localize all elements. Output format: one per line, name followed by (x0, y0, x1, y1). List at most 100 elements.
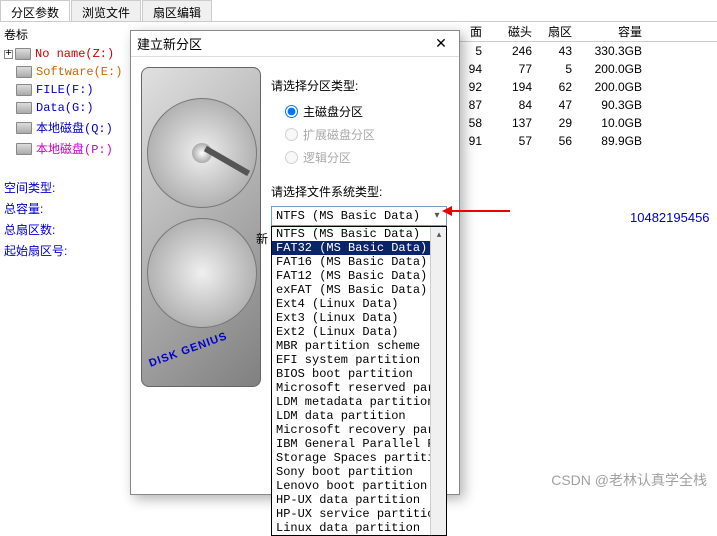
filesystem-option[interactable]: exFAT (MS Basic Data) (272, 283, 446, 297)
table-header: 面 磁头 扇区 容量 (460, 22, 717, 42)
total-capacity-label: 总容量: (4, 200, 126, 217)
radio-extended-label: 扩展磁盘分区 (303, 126, 375, 143)
tab-browse-files[interactable]: 浏览文件 (71, 0, 141, 21)
disk-item[interactable]: 本地磁盘(P:) (4, 138, 126, 159)
cell: 43 (540, 44, 580, 58)
filesystem-selected: NTFS (MS Basic Data) (276, 209, 420, 223)
brand-text: DISK GENIUS (147, 330, 229, 369)
cell-capacity: 330.3GB (580, 44, 650, 58)
table-row[interactable]: 581372910.0GB (460, 114, 717, 132)
tab-sector-edit[interactable]: 扇区编辑 (142, 0, 212, 21)
filesystem-option[interactable]: Ext2 (Linux Data) (272, 325, 446, 339)
cell-capacity: 10.0GB (580, 116, 650, 130)
cell: 246 (490, 44, 540, 58)
filesystem-option[interactable]: FAT12 (MS Basic Data) (272, 269, 446, 283)
cell: 87 (460, 98, 490, 112)
disk-name: 本地磁盘(Q:) (36, 119, 113, 136)
tab-partition-params[interactable]: 分区参数 (0, 0, 70, 21)
disk-icon (16, 143, 32, 155)
partition-type-group: 主磁盘分区 扩展磁盘分区 逻辑分区 (271, 100, 449, 169)
filesystem-option[interactable]: BIOS boot partition (272, 367, 446, 381)
hdd-image: DISK GENIUS (141, 67, 261, 387)
dialog-title-text: 建立新分区 (137, 34, 202, 53)
disk-item[interactable]: + No name(Z:) (4, 45, 126, 63)
cell-capacity: 200.0GB (580, 62, 650, 76)
filesystem-option[interactable]: Storage Spaces partition (272, 451, 446, 465)
info-section: 空间类型: 总容量: 总扇区数: 起始扇区号: (4, 179, 126, 259)
disk-icon (16, 66, 32, 78)
filesystem-option[interactable]: Linux data partition (272, 521, 446, 535)
radio-primary[interactable]: 主磁盘分区 (271, 100, 449, 123)
cell: 91 (460, 134, 490, 148)
filesystem-option[interactable]: FAT16 (MS Basic Data) (272, 255, 446, 269)
disk-item[interactable]: FILE(F:) (4, 81, 126, 99)
filesystem-option[interactable]: LDM data partition (272, 409, 446, 423)
filesystem-option[interactable]: Ext3 (Linux Data) (272, 311, 446, 325)
cell: 57 (490, 134, 540, 148)
disk-icon (15, 48, 31, 60)
filesystem-option[interactable]: IBM General Parallel File Sys (272, 437, 446, 451)
filesystem-option[interactable]: Sony boot partition (272, 465, 446, 479)
th-sectors: 扇区 (540, 23, 580, 40)
cell: 5 (460, 44, 490, 58)
tabs: 分区参数 浏览文件 扇区编辑 (0, 0, 717, 22)
radio-logical-input (285, 151, 298, 164)
filesystem-option[interactable]: Ext4 (Linux Data) (272, 297, 446, 311)
disk-name: 本地磁盘(P:) (36, 140, 113, 157)
new-partition-dialog: 建立新分区 ✕ DISK GENIUS 请选择分区类型: 主磁盘分区 扩展磁盘分… (130, 30, 460, 495)
partition-type-label: 请选择分区类型: (271, 77, 449, 94)
cell-capacity: 89.9GB (580, 134, 650, 148)
th-heads: 磁头 (490, 23, 540, 40)
scrollbar[interactable]: ▴ (430, 227, 446, 535)
cell: 92 (460, 80, 490, 94)
start-sector-label: 起始扇区号: (4, 242, 126, 259)
table-row[interactable]: 9219462200.0GB (460, 78, 717, 96)
filesystem-option[interactable]: Microsoft recovery partition (272, 423, 446, 437)
table-row[interactable]: 87844790.3GB (460, 96, 717, 114)
filesystem-option[interactable]: Microsoft reserved partition (272, 381, 446, 395)
th-capacity: 容量 (580, 23, 650, 40)
filesystem-dropdown-list[interactable]: NTFS (MS Basic Data)FAT32 (MS Basic Data… (271, 226, 447, 536)
disk-name: No name(Z:) (35, 47, 114, 61)
expand-icon[interactable]: + (4, 50, 13, 59)
filesystem-dropdown[interactable]: NTFS (MS Basic Data) ▾ (271, 206, 447, 226)
dialog-titlebar[interactable]: 建立新分区 ✕ (131, 31, 459, 57)
new-label: 新 (256, 230, 268, 247)
filesystem-type-label: 请选择文件系统类型: (271, 183, 449, 200)
table-row[interactable]: 94775200.0GB (460, 60, 717, 78)
cell: 77 (490, 62, 540, 76)
filesystem-option[interactable]: MBR partition scheme (272, 339, 446, 353)
filesystem-option[interactable]: LDM metadata partition (272, 395, 446, 409)
disk-icon (16, 84, 32, 96)
volume-label-header: 卷标 (4, 26, 126, 43)
scroll-up-icon[interactable]: ▴ (431, 227, 447, 243)
dialog-illustration: DISK GENIUS (131, 57, 267, 494)
radio-primary-input[interactable] (285, 105, 298, 118)
close-icon[interactable]: ✕ (429, 34, 453, 54)
watermark: CSDN @老林认真学全栈 (551, 470, 707, 490)
disk-name: FILE(F:) (36, 83, 94, 97)
radio-extended-input (285, 128, 298, 141)
filesystem-option[interactable]: EFI system partition (272, 353, 446, 367)
filesystem-option[interactable]: FAT32 (MS Basic Data) (272, 241, 446, 255)
cell: 94 (460, 62, 490, 76)
left-panel: 卷标 + No name(Z:) Software(E:) FILE(F:) Data(… (0, 22, 130, 500)
cell: 29 (540, 116, 580, 130)
filesystem-option[interactable]: NTFS (MS Basic Data) (272, 227, 446, 241)
space-type-label: 空间类型: (4, 179, 126, 196)
filesystem-option[interactable]: HP-UX data partition (272, 493, 446, 507)
disk-item[interactable]: Software(E:) (4, 63, 126, 81)
filesystem-option[interactable]: HP-UX service partition (272, 507, 446, 521)
table-row[interactable]: 524643330.3GB (460, 42, 717, 60)
radio-primary-label: 主磁盘分区 (303, 103, 363, 120)
cell: 62 (540, 80, 580, 94)
disk-item[interactable]: Data(G:) (4, 99, 126, 117)
filesystem-option[interactable]: Lenovo boot partition (272, 479, 446, 493)
disk-item[interactable]: 本地磁盘(Q:) (4, 117, 126, 138)
disk-name: Software(E:) (36, 65, 122, 79)
cell: 5 (540, 62, 580, 76)
total-sectors-label: 总扇区数: (4, 221, 126, 238)
disk-name: Data(G:) (36, 101, 94, 115)
cell-capacity: 200.0GB (580, 80, 650, 94)
table-row[interactable]: 91575689.9GB (460, 132, 717, 150)
